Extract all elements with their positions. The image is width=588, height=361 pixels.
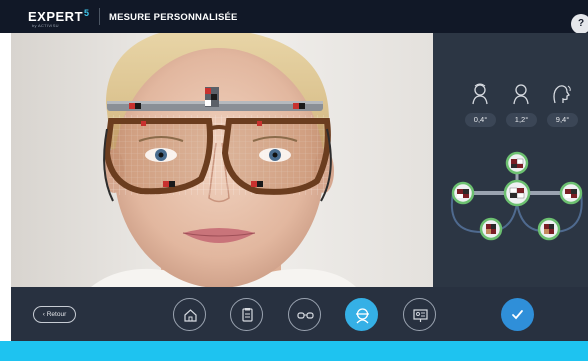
back-label: Retour	[46, 311, 67, 318]
confirm-button[interactable]	[501, 298, 534, 331]
detection-marker-top	[505, 151, 529, 175]
back-button[interactable]: ‹ Retour	[33, 306, 76, 323]
bottom-toolbar: ‹ Retour	[11, 287, 588, 341]
document-button[interactable]	[230, 298, 263, 331]
home-icon	[184, 309, 197, 322]
top-bar: EXPERT5 by ACTIVISU MESURE PERSONNALISÉE…	[0, 0, 588, 34]
face-photo	[11, 33, 433, 287]
angle-value-pose: 1,2°	[506, 113, 537, 127]
glasses-button[interactable]	[288, 298, 321, 331]
header-divider	[99, 8, 100, 25]
glasses-icon	[297, 312, 314, 319]
footer-accent-bar	[0, 341, 588, 361]
angle-value-tilt: 0,4°	[465, 113, 496, 127]
logo-superscript: 5	[84, 8, 90, 18]
head-rotation-icon	[553, 85, 571, 104]
head-tilt-icon	[472, 83, 488, 105]
detection-marker-bottom-left	[479, 217, 503, 241]
face-photo-illustration	[11, 33, 433, 287]
detection-marker-center	[503, 179, 531, 207]
document-icon	[242, 308, 253, 322]
face-measure-button[interactable]	[345, 298, 378, 331]
home-button[interactable]	[173, 298, 206, 331]
logo-text: EXPERT	[28, 9, 84, 24]
head-pose-icon	[513, 84, 529, 105]
measurement-panel: 0,4° 1,2° 9,4°	[433, 33, 588, 287]
page-title: MESURE PERSONNALISÉE	[109, 12, 238, 23]
help-button[interactable]: ?	[571, 14, 588, 34]
clip-detection-diagram	[450, 151, 583, 241]
angle-value-rotation: 9,4°	[547, 113, 578, 127]
presentation-icon	[413, 309, 428, 322]
logo-subtitle: by ACTIVISU	[32, 23, 59, 28]
presentation-button[interactable]	[403, 298, 436, 331]
app-logo: EXPERT5	[28, 8, 90, 24]
detection-marker-left	[451, 181, 475, 205]
detection-marker-bottom-right	[537, 217, 561, 241]
face-measure-icon	[356, 308, 369, 324]
detection-marker-right	[559, 181, 583, 205]
check-icon	[512, 310, 523, 320]
